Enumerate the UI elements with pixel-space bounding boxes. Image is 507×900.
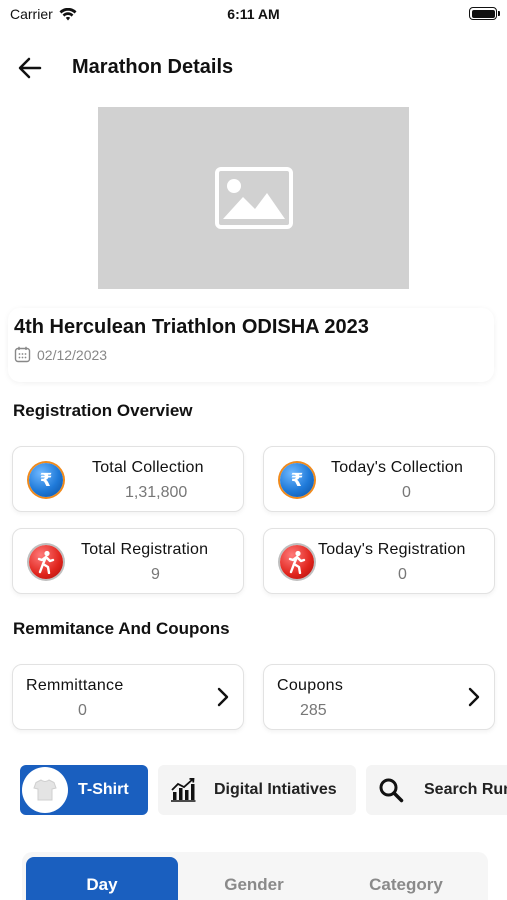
image-placeholder-icon: [214, 167, 293, 229]
event-title: 4th Herculean Triathlon ODISHA 2023: [14, 316, 369, 338]
runner-icon: [280, 545, 314, 579]
chip-label: Digital Intiatives: [214, 781, 337, 798]
event-info-card: 4th Herculean Triathlon ODISHA 2023 02/1…: [8, 308, 494, 382]
coupons-label: Coupons: [277, 677, 344, 694]
tab-gender[interactable]: Gender: [178, 857, 330, 900]
remittance-value: 0: [78, 702, 87, 719]
stat-label: Today's Collection: [331, 459, 464, 476]
event-date: 02/12/2023: [37, 346, 108, 363]
chip-label: T-Shirt: [78, 781, 129, 798]
runner-icon: [29, 545, 63, 579]
remittance-card[interactable]: Remmittance 0: [12, 664, 244, 730]
todays-registration-card: Today's Registration 0: [263, 528, 495, 594]
battery-icon: [469, 7, 500, 20]
stat-value: 0: [402, 484, 411, 501]
chevron-right-icon: [468, 687, 480, 707]
chevron-right-icon: [217, 687, 229, 707]
tshirt-icon: [22, 767, 68, 813]
event-date-row: 02/12/2023: [14, 346, 107, 363]
status-bar: Carrier 6:11 AM: [0, 0, 507, 30]
page-title: Marathon Details: [72, 56, 234, 78]
remittance-coupons-title: Remmitance And Coupons: [13, 619, 230, 638]
tab-category[interactable]: Category: [330, 857, 482, 900]
status-time: 6:11 AM: [227, 6, 280, 22]
total-collection-card: ₹ Total Collection 1,31,800: [12, 446, 244, 512]
coupons-value: 285: [300, 702, 327, 719]
feature-chips-row: T-Shirt Digital Intiatives Search Run: [20, 765, 507, 817]
app-header: Marathon Details: [0, 46, 507, 90]
todays-collection-card: ₹ Today's Collection 0: [263, 446, 495, 512]
stat-label: Total Collection: [92, 459, 204, 476]
stats-tab-bar: Day Gender Category: [22, 852, 488, 900]
stat-value: 1,31,800: [125, 484, 188, 501]
stat-label: Total Registration: [81, 541, 209, 558]
stat-label: Today's Registration: [318, 541, 466, 558]
remittance-label: Remmittance: [26, 677, 124, 694]
total-registration-card: Total Registration 9: [12, 528, 244, 594]
marathon-banner-image: [98, 107, 409, 289]
chip-digital-initiatives[interactable]: Digital Intiatives: [158, 765, 356, 815]
stat-value: 9: [151, 566, 160, 583]
arrow-left-icon: [18, 57, 42, 79]
rupee-icon: ₹: [280, 463, 314, 497]
coupons-card[interactable]: Coupons 285: [263, 664, 495, 730]
tab-day[interactable]: Day: [26, 857, 178, 900]
chip-label: Search Run: [424, 781, 507, 798]
bar-chart-icon: [171, 778, 196, 802]
chip-search-run[interactable]: Search Run: [366, 765, 507, 815]
rupee-icon: ₹: [29, 463, 63, 497]
chip-tshirt[interactable]: T-Shirt: [20, 765, 148, 815]
registration-overview-title: Registration Overview: [13, 401, 193, 420]
calendar-icon: [14, 346, 31, 363]
search-icon: [379, 778, 404, 803]
stat-value: 0: [398, 566, 407, 583]
back-button[interactable]: [16, 54, 44, 82]
